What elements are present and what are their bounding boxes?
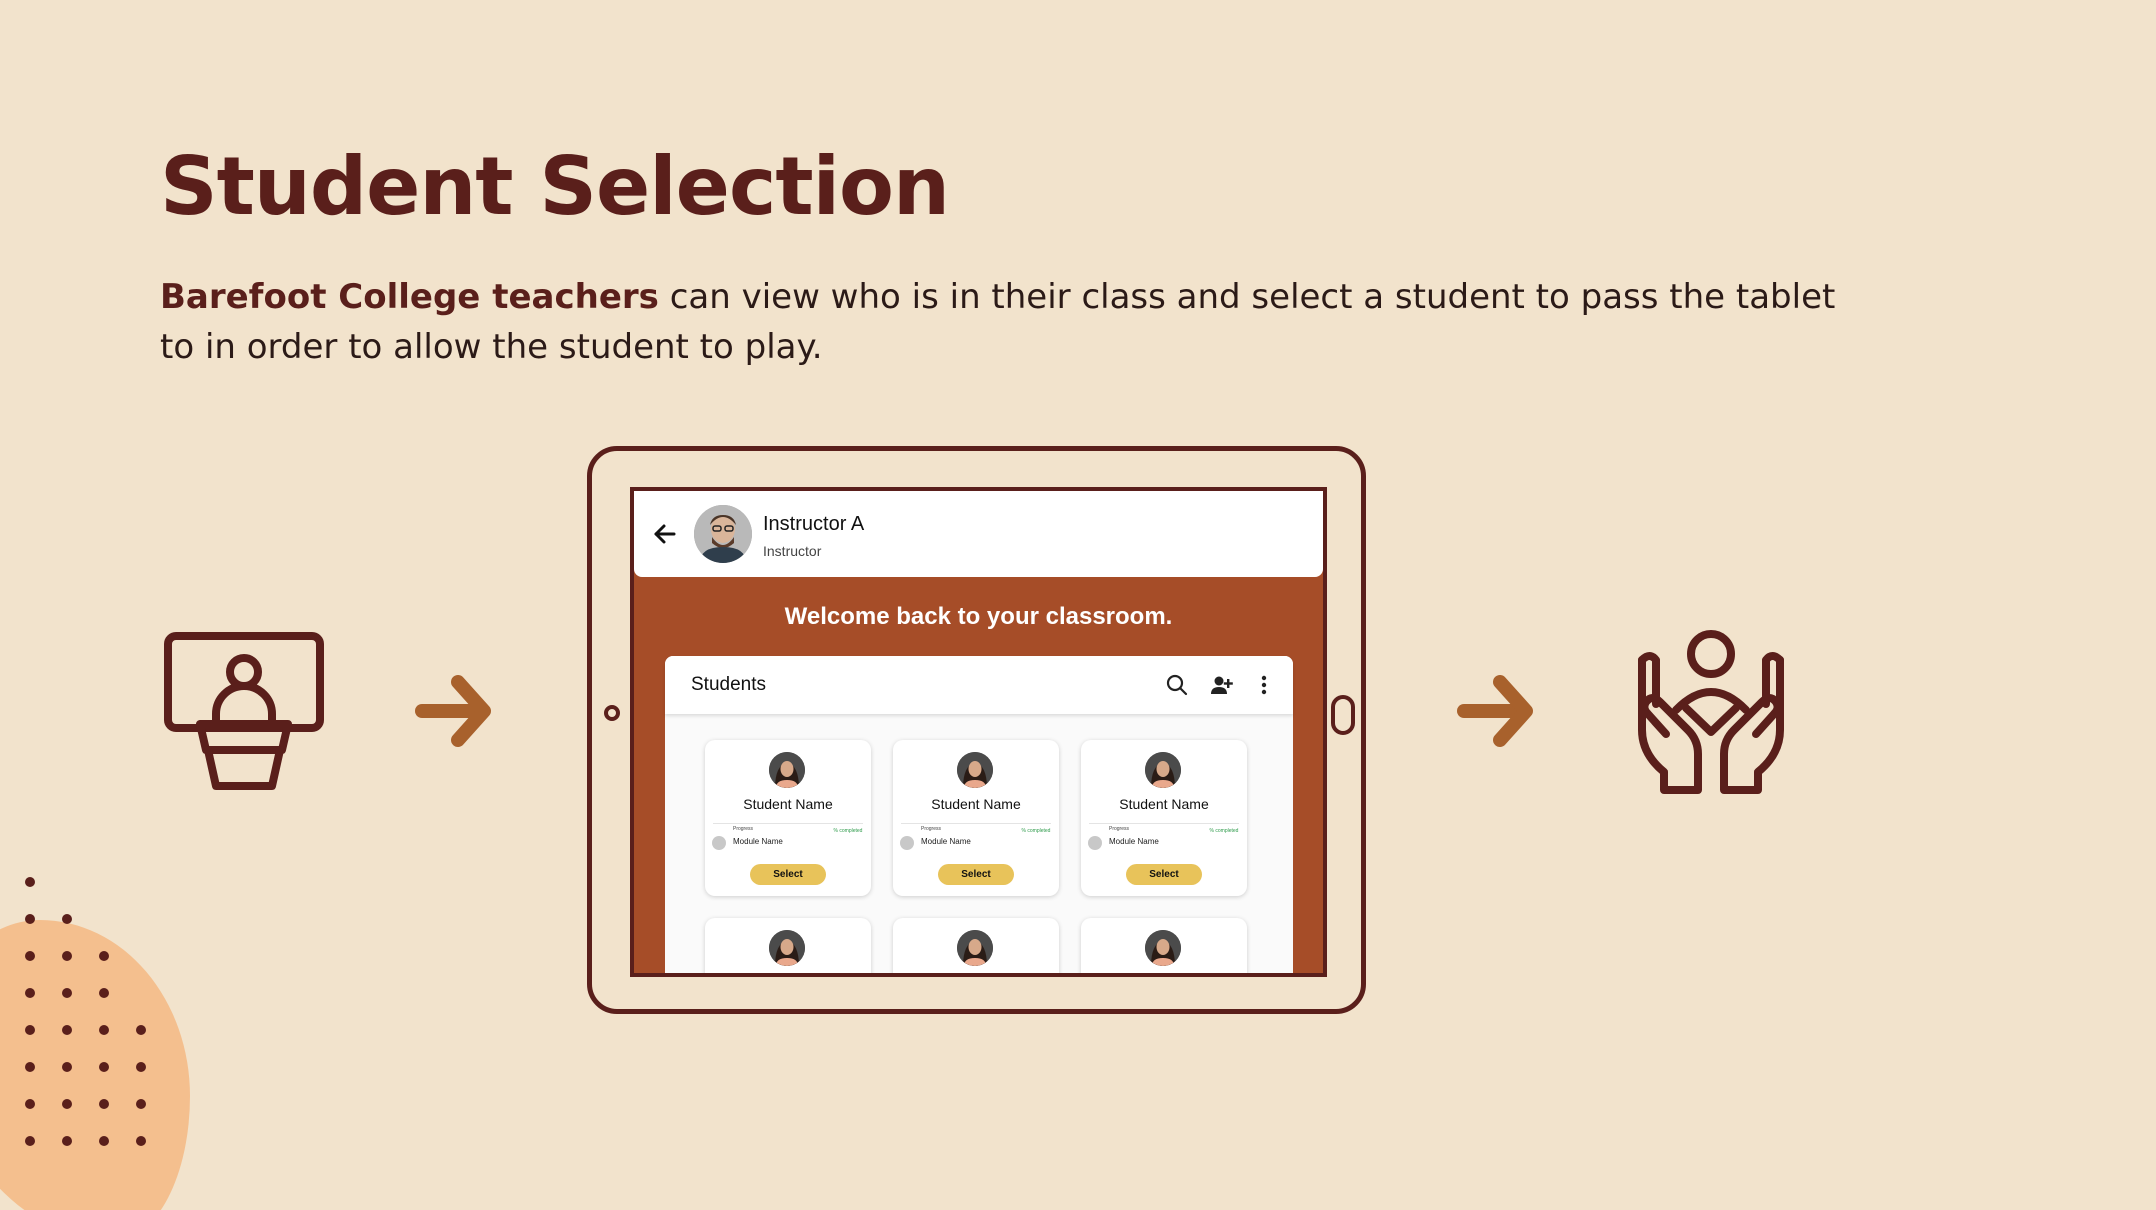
card-divider bbox=[713, 823, 863, 824]
app-header: Instructor A Instructor bbox=[634, 491, 1323, 577]
more-vert-icon[interactable] bbox=[1252, 673, 1276, 697]
tablet-home-button bbox=[1331, 695, 1355, 735]
student-card bbox=[705, 918, 871, 973]
student-card: Student Name Progress Module Name % comp… bbox=[1081, 740, 1247, 896]
student-card: Student Name Progress Module Name % comp… bbox=[705, 740, 871, 896]
student-avatar bbox=[957, 752, 993, 788]
progress-label: Progress bbox=[921, 826, 942, 832]
progress-label: Progress bbox=[733, 826, 754, 832]
welcome-message: Welcome back to your classroom. bbox=[784, 603, 1173, 630]
decorative-dot-pattern bbox=[25, 877, 146, 1146]
progress-status: % completed bbox=[1021, 828, 1051, 834]
student-card bbox=[893, 918, 1059, 973]
module-name: Module Name bbox=[921, 837, 971, 846]
slide-description: Barefoot College teachers can view who i… bbox=[160, 272, 1880, 372]
select-student-button[interactable]: Select bbox=[1126, 864, 1202, 885]
student-avatar bbox=[769, 930, 805, 966]
tablet-screen: Instructor A Instructor Welcome back to … bbox=[630, 487, 1327, 977]
student-avatar bbox=[1145, 752, 1181, 788]
instructor-name: Instructor A bbox=[763, 513, 865, 535]
student-card: Student Name Progress Module Name % comp… bbox=[893, 740, 1059, 896]
students-panel-header: Students bbox=[665, 656, 1293, 714]
hands-holding-person-icon bbox=[1638, 630, 1784, 794]
module-name: Module Name bbox=[733, 837, 783, 846]
arrow-right-icon bbox=[1457, 675, 1533, 747]
instructor-role: Instructor bbox=[763, 543, 822, 559]
back-arrow-icon[interactable] bbox=[652, 521, 678, 547]
instructor-avatar bbox=[694, 505, 752, 563]
tablet-frame: Instructor A Instructor Welcome back to … bbox=[587, 446, 1366, 1014]
students-panel: Students Student Name Progress Module Na… bbox=[665, 656, 1293, 973]
student-card bbox=[1081, 918, 1247, 973]
module-icon bbox=[1088, 836, 1102, 850]
progress-label: Progress bbox=[1109, 826, 1130, 832]
student-avatar bbox=[1145, 930, 1181, 966]
tablet-camera bbox=[604, 705, 620, 721]
card-divider bbox=[1089, 823, 1239, 824]
student-avatar bbox=[957, 930, 993, 966]
card-divider bbox=[901, 823, 1051, 824]
search-icon[interactable] bbox=[1165, 673, 1189, 697]
student-name: Student Name bbox=[931, 796, 1021, 812]
student-avatar bbox=[769, 752, 805, 788]
teacher-podium-icon bbox=[164, 632, 324, 790]
module-icon bbox=[900, 836, 914, 850]
select-student-button[interactable]: Select bbox=[938, 864, 1014, 885]
module-icon bbox=[712, 836, 726, 850]
description-emphasis: Barefoot College teachers bbox=[160, 277, 659, 317]
progress-status: % completed bbox=[1209, 828, 1239, 834]
student-name: Student Name bbox=[743, 796, 833, 812]
select-student-button[interactable]: Select bbox=[750, 864, 826, 885]
progress-status: % completed bbox=[833, 828, 863, 834]
add-person-icon[interactable] bbox=[1210, 673, 1234, 697]
arrow-right-icon bbox=[415, 675, 491, 747]
student-name: Student Name bbox=[1119, 796, 1209, 812]
module-name: Module Name bbox=[1109, 837, 1159, 846]
slide-title: Student Selection bbox=[160, 140, 950, 233]
students-panel-title: Students bbox=[691, 674, 766, 695]
